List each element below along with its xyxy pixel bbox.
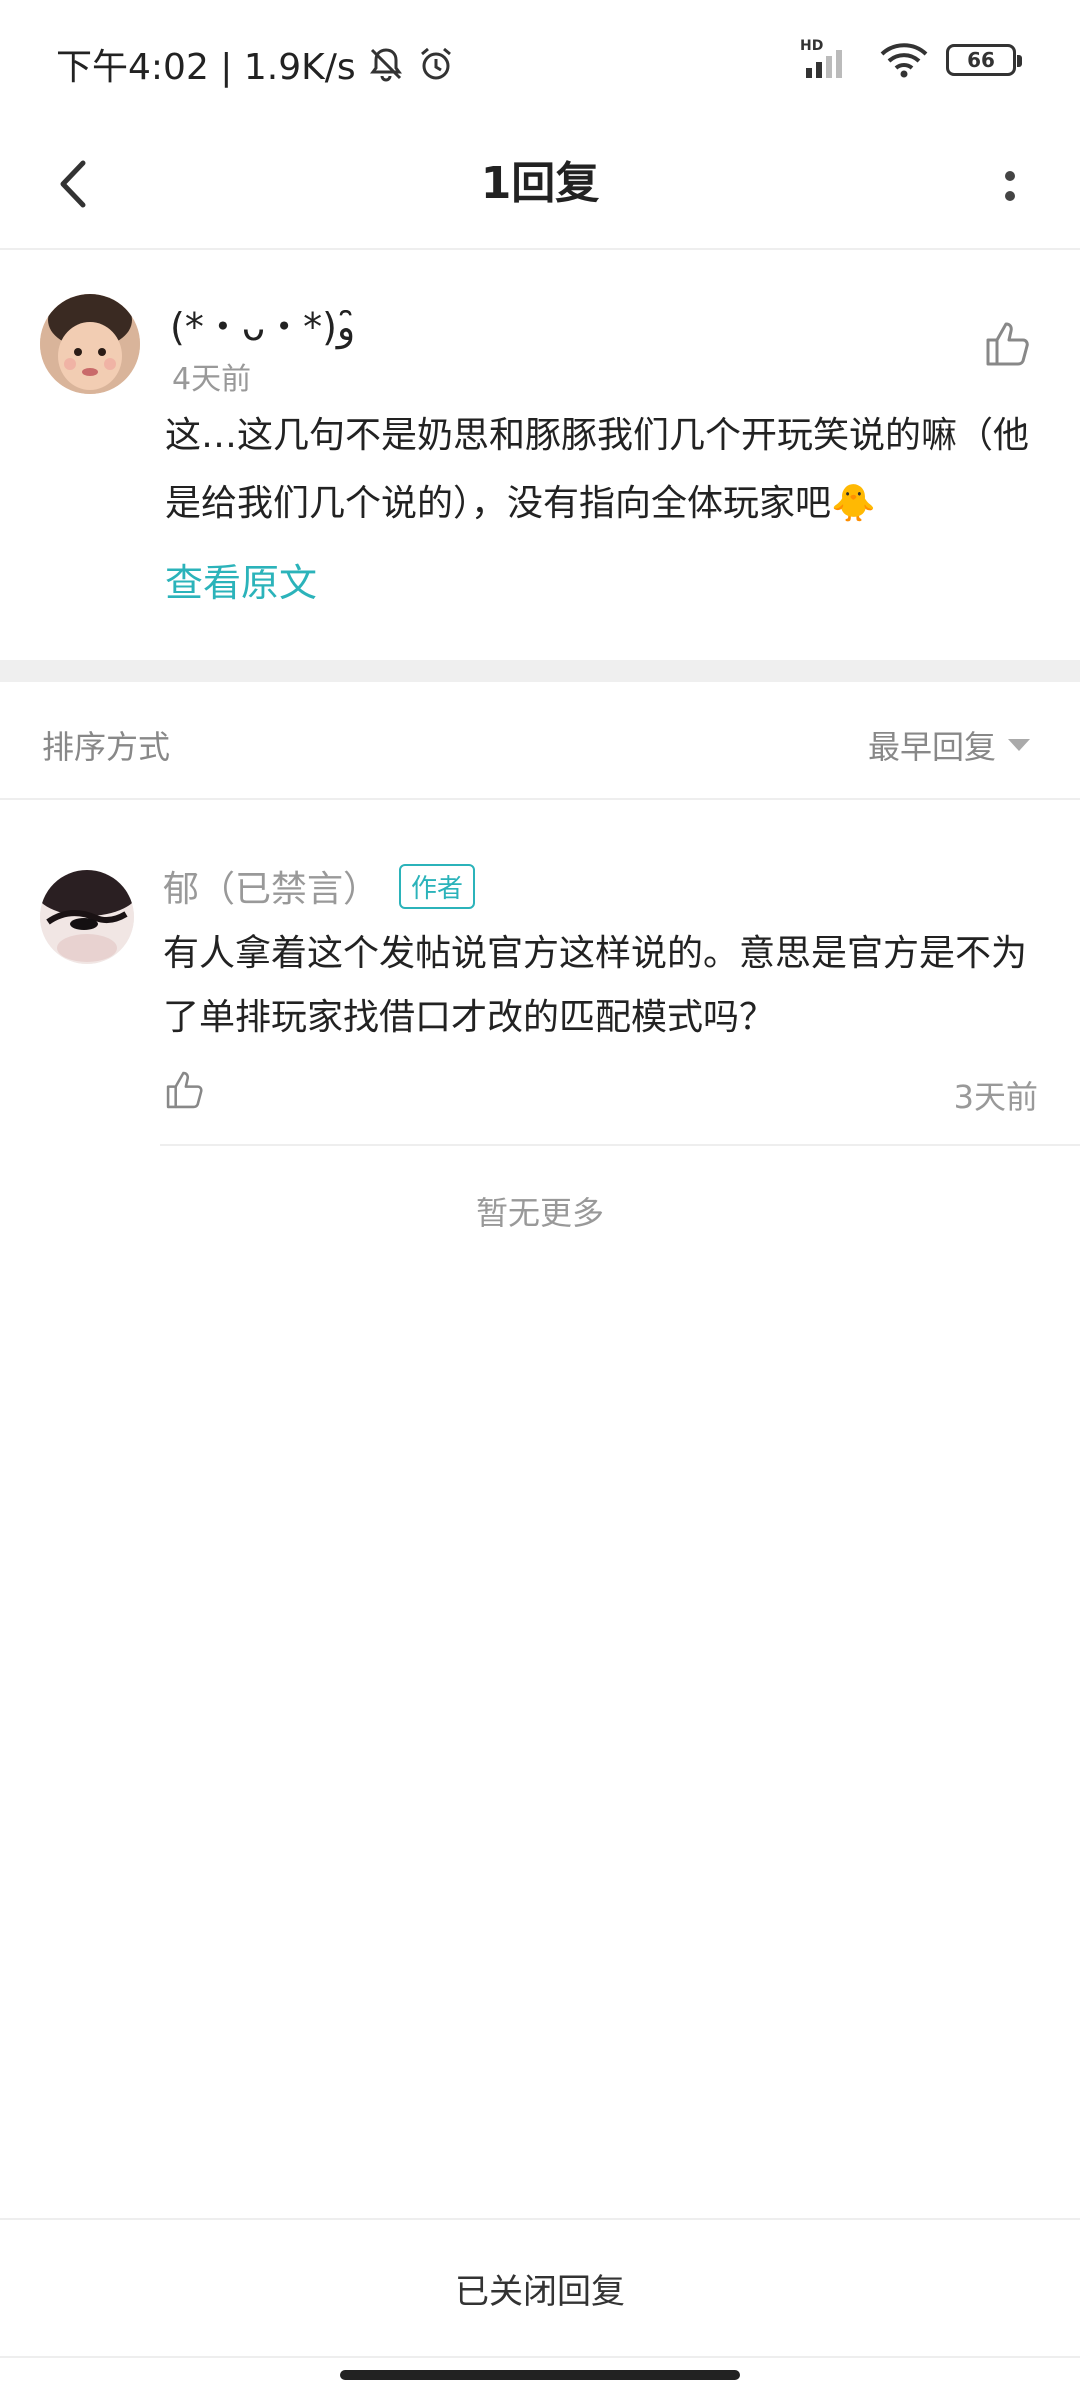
cell-signal-icon: HD — [800, 38, 862, 80]
more-dot-icon — [1005, 191, 1015, 201]
battery-icon: 66 — [946, 44, 1022, 76]
sort-dropdown[interactable]: 最早回复 — [868, 722, 1030, 768]
bell-muted-icon — [366, 44, 406, 84]
caret-down-icon — [1008, 739, 1030, 751]
status-left: 下午4:02 | 1.9K/s — [56, 38, 456, 90]
author-badge: 作者 — [399, 863, 476, 909]
no-more-text: 暂无更多 — [475, 1194, 604, 1232]
reply-item: 郁（已禁言） 作者 有人拿着这个发帖说官方这样说的。意思是官方是不为了单排玩家找… — [0, 800, 1080, 1146]
reply-divider — [160, 1144, 1080, 1146]
status-bar: 下午4:02 | 1.9K/s HD 66 — [0, 0, 1080, 125]
more-dot-icon — [1005, 171, 1015, 181]
status-right: HD 66 — [800, 38, 1022, 80]
reply-text: 有人拿着这个发帖说官方这样说的。意思是官方是不为了单排玩家找借口才改的匹配模式吗… — [163, 933, 1028, 1038]
wifi-icon — [878, 40, 930, 80]
page-title: 1回复 — [480, 158, 600, 209]
comment-time: 4天前 — [172, 362, 252, 397]
comment-text: 这…这几句不是奶思和豚豚我们几个开玩笑说的嘛（他是给我们几个说的），没有指向全体… — [165, 415, 1030, 524]
comment-author[interactable]: (*・ᴗ・*)و ̑̑ — [170, 296, 367, 351]
more-options-button[interactable] — [980, 151, 1040, 221]
alarm-icon — [416, 44, 456, 84]
sort-row: 排序方式 最早回复 — [0, 682, 1080, 800]
section-divider — [0, 660, 1080, 682]
reply-like-button[interactable] — [163, 1068, 207, 1112]
sort-value: 最早回复 — [867, 728, 996, 766]
thumbs-up-icon — [986, 322, 1029, 366]
view-original-link[interactable]: 查看原文 — [165, 552, 317, 607]
bottom-bar: 已关闭回复 — [0, 2218, 1080, 2358]
reply-detail-page: 下午4:02 | 1.9K/s HD 66 1回复 (*・ᴗ・*)و ̑̑ 4天… — [0, 0, 1080, 2400]
like-button[interactable] — [982, 318, 1034, 370]
battery-level: 66 — [967, 48, 995, 72]
status-time-speed: 下午4:02 | 1.9K/s — [56, 47, 356, 88]
reply-author-row: 郁（已禁言） 作者 — [163, 860, 476, 912]
reply-author[interactable]: 郁（已禁言） — [163, 860, 379, 912]
home-indicator[interactable] — [340, 2370, 740, 2380]
avatar[interactable] — [40, 294, 140, 394]
avatar[interactable] — [40, 870, 134, 964]
top-app-bar: 1回复 — [0, 125, 1080, 250]
thumbs-up-icon — [166, 1071, 203, 1109]
sort-label: 排序方式 — [42, 728, 171, 766]
replies-closed-label: 已关闭回复 — [455, 2271, 625, 2312]
main-comment: (*・ᴗ・*)و ̑̑ 4天前 这…这几句不是奶思和豚豚我们几个开玩笑说的嘛（他… — [0, 252, 1080, 660]
network-label: HD — [800, 38, 824, 54]
reply-time: 3天前 — [953, 1078, 1038, 1116]
